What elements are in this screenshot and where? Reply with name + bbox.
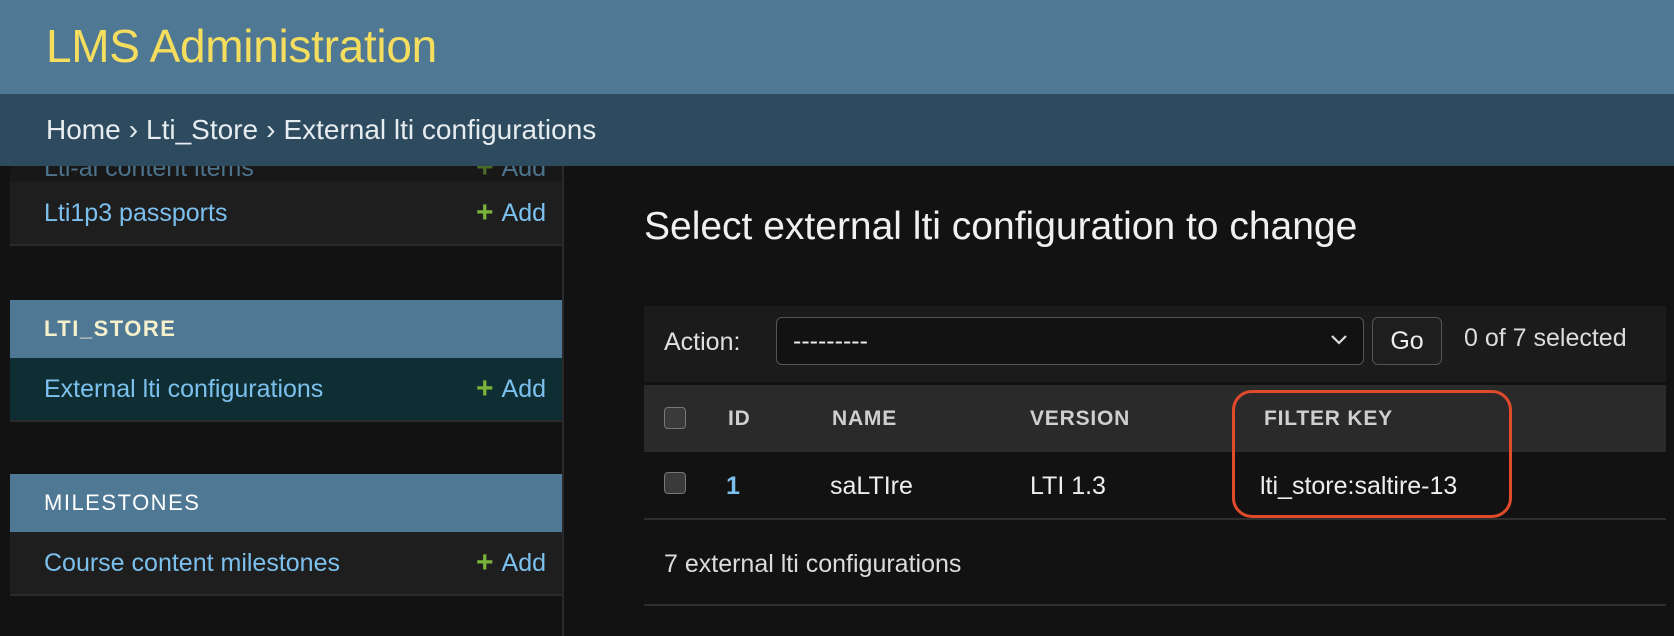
row-version: LTI 1.3 — [1030, 472, 1106, 500]
breadcrumb-separator: › — [266, 114, 276, 145]
add-link[interactable]: + Add — [476, 166, 546, 183]
sidebar-item-label[interactable]: External lti configurations — [44, 375, 323, 404]
plus-icon: + — [475, 372, 494, 405]
row-id-link[interactable]: 1 — [726, 472, 740, 501]
site-title[interactable]: LMS Administration — [46, 19, 437, 73]
table-row: 1 saLTIre LTI 1.3 lti_store:saltire-13 — [644, 452, 1666, 520]
paginator: 7 external lti configurations — [644, 520, 1666, 606]
sidebar-item-label[interactable]: Lti1p3 passports — [44, 199, 227, 228]
sidebar: Lti-ai content items + Add Lti1p3 passpor… — [10, 166, 564, 636]
row-filter-key: lti_store:saltire-13 — [1260, 472, 1458, 500]
breadcrumb: Home › Lti_Store › External lti configur… — [0, 94, 1674, 166]
add-label: Add — [501, 548, 546, 577]
column-header-name[interactable]: NAME — [832, 407, 897, 431]
breadcrumb-app[interactable]: Lti_Store — [146, 114, 258, 146]
select-all-checkbox[interactable] — [664, 407, 686, 429]
plus-icon: + — [475, 546, 494, 579]
row-checkbox[interactable] — [664, 472, 686, 494]
add-label: Add — [501, 198, 546, 227]
sidebar-item-label[interactable]: Course content milestones — [44, 549, 340, 578]
breadcrumb-home[interactable]: Home — [46, 114, 121, 146]
go-button[interactable]: Go — [1372, 317, 1442, 365]
column-header-id[interactable]: ID — [728, 407, 751, 431]
page-title: Select external lti configuration to cha… — [644, 205, 1358, 248]
breadcrumb-current: External lti configurations — [283, 114, 597, 145]
add-label: Add — [501, 374, 546, 403]
sidebar-item-lti1p3-passports[interactable]: Lti1p3 passports + Add — [10, 182, 562, 246]
add-label: Add — [501, 166, 546, 182]
sidebar-caption-milestones[interactable]: MILESTONES — [10, 474, 562, 532]
actions-bar: Action: --------- Go 0 of 7 selected — [644, 306, 1666, 382]
column-header-filter-key[interactable]: FILTER KEY — [1264, 407, 1393, 431]
sidebar-caption-lti-store[interactable]: LTI_STORE — [10, 300, 562, 358]
chevron-down-icon — [1327, 328, 1351, 352]
paginator-count: 7 external lti configurations — [664, 550, 962, 578]
add-link[interactable]: + Add — [476, 198, 546, 228]
add-link[interactable]: + Add — [476, 548, 546, 578]
header: LMS Administration — [0, 0, 1674, 94]
sidebar-item-course-content-milestones[interactable]: Course content milestones + Add — [10, 532, 562, 596]
table-header-row: ID NAME VERSION FILTER KEY — [644, 385, 1666, 452]
breadcrumb-separator: › — [128, 114, 139, 145]
add-link[interactable]: + Add — [476, 374, 546, 404]
sidebar-item-external-lti-configurations[interactable]: External lti configurations + Add — [10, 358, 562, 422]
plus-icon: + — [475, 166, 494, 184]
plus-icon: + — [475, 196, 494, 229]
action-label: Action: — [664, 328, 741, 356]
action-select-value: --------- — [793, 326, 868, 355]
column-header-version[interactable]: VERSION — [1030, 407, 1130, 431]
action-select[interactable]: --------- — [776, 317, 1364, 365]
sidebar-item-label[interactable]: Lti-ai content items — [44, 166, 254, 183]
selection-count: 0 of 7 selected — [1464, 324, 1627, 352]
row-name: saLTIre — [830, 472, 913, 500]
